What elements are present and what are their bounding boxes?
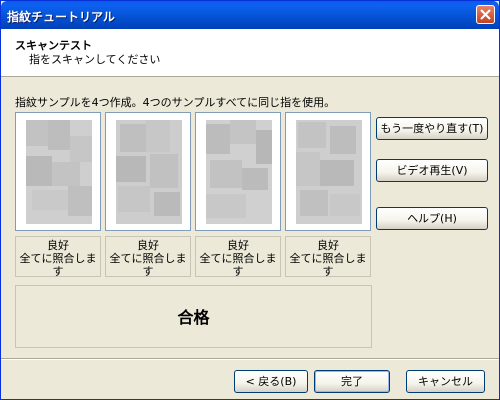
sample-match: 全てに照合します: [289, 252, 367, 278]
fingerprint-sample-1: [15, 112, 101, 231]
fingerprint-sample-3: [195, 112, 281, 231]
play-video-button[interactable]: ビデオ再生(V): [376, 159, 488, 182]
sample-status-3: 良好 全てに照合します: [195, 236, 281, 278]
footer-separator: [1, 358, 499, 360]
back-button[interactable]: < 戻る(B): [234, 370, 308, 393]
finish-button[interactable]: 完了: [314, 370, 390, 393]
page-subtitle: 指をスキャンしてください: [29, 53, 161, 66]
fingerprint-image: [296, 120, 362, 224]
help-button[interactable]: ヘルプ(H): [376, 207, 488, 230]
sample-match: 全てに照合します: [19, 252, 97, 278]
fingerprint-sample-2: [105, 112, 191, 231]
sample-match: 全てに照合します: [199, 252, 277, 278]
result-panel: 合格: [15, 285, 372, 348]
fingerprint-image: [116, 120, 182, 224]
title-bar[interactable]: 指紋チュートリアル: [1, 1, 499, 29]
fingerprint-image: [206, 120, 272, 224]
wizard-header: スキャンテスト 指をスキャンしてください: [1, 29, 499, 77]
window-title: 指紋チュートリアル: [7, 10, 115, 24]
sample-quality: 良好: [137, 239, 159, 252]
sample-quality: 良好: [47, 239, 69, 252]
fingerprint-sample-4: [285, 112, 371, 231]
wizard-window: 指紋チュートリアル スキャンテスト 指をスキャンしてください 指紋サンプルを4つ…: [0, 0, 500, 400]
sample-status-2: 良好 全てに照合します: [105, 236, 191, 278]
sample-match: 全てに照合します: [109, 252, 187, 278]
fingerprint-image: [26, 120, 92, 224]
sample-status-1: 良好 全てに照合します: [15, 236, 101, 278]
close-button[interactable]: [476, 5, 495, 24]
sample-quality: 良好: [317, 239, 339, 252]
sample-quality: 良好: [227, 239, 249, 252]
sample-status-4: 良好 全てに照合します: [285, 236, 371, 278]
instruction-text: 指紋サンプルを4つ作成。4つのサンプルすべてに同じ指を使用。: [15, 96, 336, 109]
cancel-button[interactable]: キャンセル: [406, 370, 485, 393]
retry-button[interactable]: もう一度やり直す(T): [376, 117, 488, 140]
close-icon: [480, 9, 491, 20]
result-text: 合格: [177, 308, 210, 327]
